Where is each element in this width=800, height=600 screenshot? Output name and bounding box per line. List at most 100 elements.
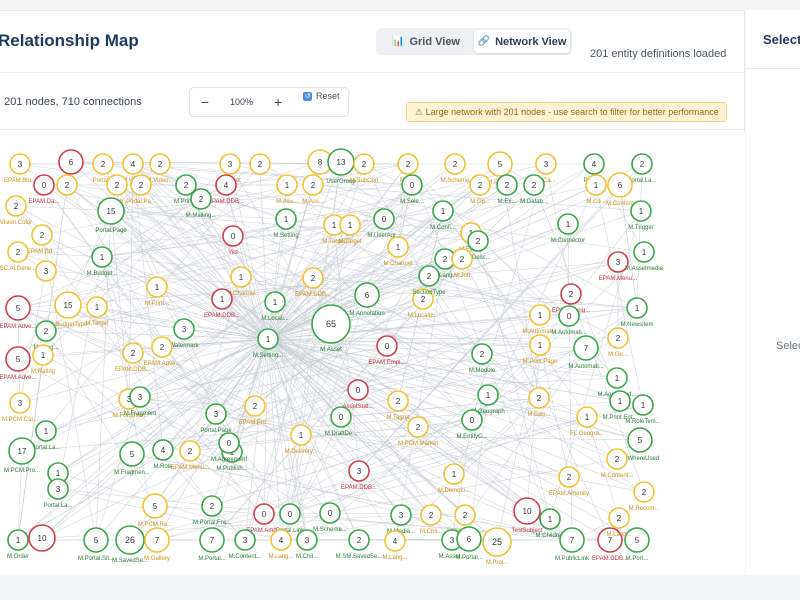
network-graph-svg[interactable]: 3EPAM.Blu...62Portal...4M.Video2M.Video.… (0, 131, 745, 576)
graph-node[interactable]: 2 M.Ge... (607, 327, 629, 358)
graph-node[interactable]: 5 EPAM.Adve... (0, 346, 37, 381)
network-view-button[interactable]: 🔗 Network View (474, 30, 570, 53)
graph-node-count: 65 (326, 319, 336, 329)
graph-node-count: 3 (616, 258, 621, 267)
graph-node[interactable]: 5 M.PCM.Re... (138, 493, 173, 528)
graph-node[interactable]: 2 M.Tagret (386, 390, 410, 421)
graph-node[interactable]: 10TestSubject (511, 497, 543, 534)
zoom-out-button[interactable]: − (198, 94, 212, 110)
graph-node[interactable]: 7 M.Portal... (198, 527, 226, 562)
graph-node-count: 2 (476, 237, 481, 246)
graph-node[interactable]: 1 M.Ass... (276, 174, 298, 205)
grid-view-button[interactable]: 📊 Grid View (378, 30, 474, 53)
graph-node[interactable]: 1 M.Setting (273, 208, 299, 239)
graph-node-label: Portal.La... (31, 445, 60, 451)
graph-node-count: 2 (115, 181, 120, 190)
zoom-in-button[interactable]: + (271, 94, 285, 110)
graph-node[interactable]: 5 M.Portal.Sit... (78, 527, 114, 562)
graph-node-count: 1 (642, 248, 647, 257)
graph-node[interactable]: 2 EPAM.Adve... (144, 336, 181, 367)
graph-node[interactable]: 10 (28, 524, 56, 552)
graph-node[interactable]: 15M.BudgetType (49, 291, 88, 328)
graph-node[interactable]: 2M.Video... (147, 153, 174, 184)
graph-node[interactable]: 7 M.Gallery (144, 527, 170, 562)
graph-node[interactable]: 5 M.Fragmen... (114, 441, 150, 476)
graph-node[interactable]: 2 M.Chil... (420, 504, 442, 535)
graph-node[interactable]: 4 M.Lang... (382, 530, 408, 561)
graph-node[interactable]: 6 M.Content (606, 172, 634, 207)
graph-node[interactable]: 2 SC.Al.Gene... (0, 241, 37, 272)
graph-node[interactable]: 3M.Media... (387, 504, 415, 535)
graph-node[interactable]: 1 M.Target (338, 214, 362, 245)
graph-node[interactable]: 2 M.Ass... (302, 174, 324, 205)
graph-node[interactable]: 2 M.Geo... (527, 387, 551, 418)
graph-node[interactable]: 1 M.Trigger (628, 200, 654, 231)
graph-node-count: 3 (544, 160, 549, 169)
graph-node[interactable]: 1 M.Budget... (87, 246, 118, 277)
graph-node-count: 26 (125, 535, 135, 545)
graph-node-label: M.Lang... (606, 532, 631, 538)
graph-node[interactable]: 3 EPAM.Blu... (4, 153, 36, 184)
graph-node[interactable]: 7 M.Automati... (568, 335, 604, 370)
graph-node-count: 2 (537, 394, 542, 403)
graph-node-count: 4 (224, 181, 229, 190)
graph-node-count: 0 (227, 439, 232, 448)
graph-node[interactable]: 1 M.Order (7, 529, 29, 560)
graph-node[interactable]: 6 (58, 149, 84, 175)
graph-node[interactable]: 2 (249, 153, 271, 175)
graph-node-count: 0 (385, 342, 390, 351)
graph-node-label: M.Assetmedia (625, 266, 664, 272)
graph-node[interactable]: 2 EPAM.Amenity (549, 466, 589, 497)
graph-node-count: 1 (285, 181, 290, 190)
graph-node[interactable]: 3 M.Chil... (296, 529, 318, 560)
graph-node[interactable]: 0 M.Sele... (400, 174, 424, 205)
graph-node-count: 1 (594, 181, 599, 190)
graph-node-label: M.Target (338, 239, 362, 245)
graph-node[interactable]: 3 Portal.La... (43, 478, 73, 509)
graph-node-label: M.Order (7, 554, 29, 560)
graph-node[interactable]: 1 M.Co... (585, 174, 607, 205)
graph-node[interactable]: 1 M.Confi... (430, 200, 456, 231)
graph-node-count: 3 (44, 267, 49, 276)
graph-node-label: M.Lang... (382, 555, 407, 561)
graph-node[interactable]: 2 M.Content... (601, 448, 634, 479)
graph-node-label: M.Ge... (608, 352, 628, 358)
graph-node-label: EPAM.DDB... (204, 313, 240, 319)
graph-node[interactable]: 2 M.Ex... (496, 174, 518, 205)
graph-node-count: 1 (618, 397, 623, 406)
graph-node[interactable]: 2 M.Recom... (629, 481, 660, 512)
graph-node[interactable]: 2 M.Lang... (606, 507, 632, 538)
graph-node-label: M.Portal... (198, 556, 226, 562)
graph-node-count: 7 (570, 536, 575, 545)
network-graph-canvas[interactable]: 3EPAM.Blu...62Portal...4M.Video2M.Video.… (0, 131, 745, 576)
graph-node[interactable]: 1 M.Rating (31, 344, 55, 375)
graph-node[interactable]: 2 (56, 174, 78, 196)
graph-node[interactable]: 2 M.Module (469, 343, 496, 374)
graph-node[interactable]: 2 M.Op... (469, 174, 491, 205)
graph-node[interactable]: 1 M.Newsitem (620, 297, 654, 328)
graph-node-label: M.Localiz... (408, 313, 439, 319)
reset-button[interactable]: ↺ Reset (303, 91, 340, 101)
graph-node[interactable]: 3 M.PCM.Cat... (2, 392, 38, 423)
graph-node[interactable]: 3 (35, 260, 57, 282)
graph-node[interactable]: 6 M.Portal... (455, 526, 483, 561)
graph-node-label: M.SubCon (350, 178, 378, 184)
graph-node[interactable]: 25 M.Proj... (482, 527, 512, 566)
graph-node[interactable]: 1 M.Target (85, 296, 109, 327)
graph-node[interactable]: 2 M.Scheme (441, 153, 470, 184)
graph-node[interactable]: 0 M.DraftDe... (325, 406, 358, 437)
graph-node-count: 2 (478, 181, 483, 190)
graph-node[interactable]: 2 M.SM.SavedSe... (336, 529, 383, 560)
graph-node-count: 15 (64, 301, 73, 310)
graph-node[interactable]: 1 Portal.La... (31, 420, 61, 451)
graph-node-count: 0 (382, 215, 387, 224)
graph-node-label: M.Scheme... (313, 527, 347, 533)
graph-node[interactable]: 2 Vision.Color (0, 195, 32, 226)
graph-node[interactable]: 1 M.Print... (145, 276, 169, 307)
graph-node[interactable]: 3 Watermark (169, 318, 200, 349)
graph-node-label: M.Newsitem (620, 322, 653, 328)
graph-node[interactable]: 4 M.Lang... (268, 529, 294, 560)
graph-node[interactable]: 1 M.Print.Page (523, 334, 558, 365)
graph-node[interactable]: 2 M.Job (451, 248, 473, 279)
graph-node-count: 2 (640, 160, 645, 169)
